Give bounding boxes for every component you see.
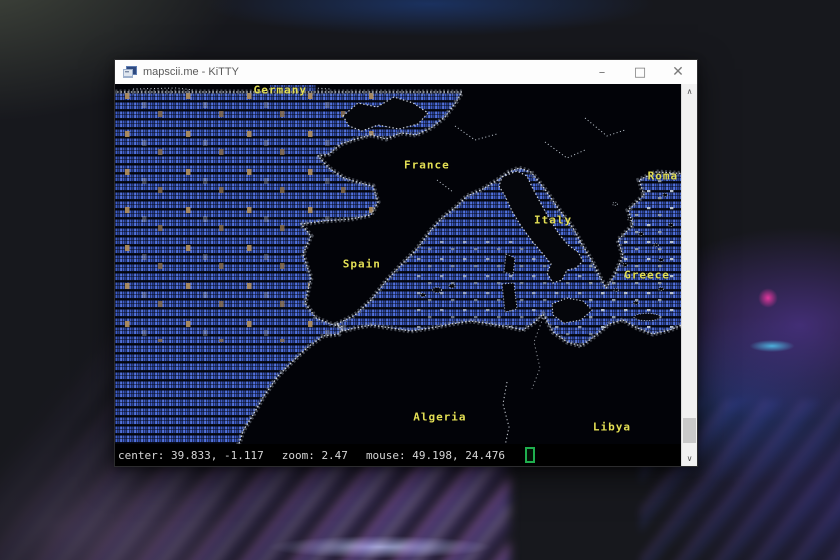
kitty-window: mapscii.me - KiTTY – □ ✕ — [114, 59, 698, 467]
map-label-roma: Roma — [648, 170, 679, 183]
status-bar: center: 39.833, -1.117 zoom: 2.47 mouse:… — [115, 444, 681, 466]
minimize-button[interactable]: – — [583, 60, 621, 84]
crete-island — [634, 313, 660, 320]
ascii-map-canvas — [115, 84, 681, 444]
mapscii-map[interactable]: Germany France Roma Italy Spain Greece Algeria… — [115, 84, 681, 444]
terminal-client: Germany France Roma Italy Spain Greece Algeria… — [115, 84, 697, 466]
map-label-algeria: Algeria — [413, 411, 466, 424]
terminal: Germany France Roma Italy Spain Greece Algeria… — [115, 84, 681, 466]
scrollbar-thumb[interactable] — [683, 418, 696, 443]
status-zoom: zoom: 2.47 — [282, 449, 348, 462]
mallorca-island — [433, 287, 442, 292]
scrollbar[interactable]: ∧ ∨ — [681, 84, 697, 466]
close-button[interactable]: ✕ — [659, 60, 697, 84]
scroll-up-icon[interactable]: ∧ — [682, 84, 697, 99]
map-label-italy: Italy — [534, 214, 572, 227]
window-titlebar[interactable]: mapscii.me - KiTTY – □ ✕ — [115, 60, 697, 84]
map-label-germany: Germany — [254, 84, 307, 96]
map-label-spain: Spain — [343, 258, 381, 271]
status-center: center: 39.833, -1.117 — [118, 449, 264, 462]
window-title: mapscii.me - KiTTY — [143, 66, 583, 78]
scroll-down-icon[interactable]: ∨ — [682, 451, 697, 466]
map-label-france: France — [404, 159, 450, 172]
status-mouse: mouse: 49.198, 24.476 — [366, 449, 505, 462]
map-label-greece: Greece — [624, 269, 670, 282]
terminal-cursor — [525, 447, 535, 463]
menorca-island — [449, 284, 455, 288]
kitty-icon[interactable] — [123, 66, 137, 78]
desktop-wallpaper: mapscii.me - KiTTY – □ ✕ — [0, 0, 840, 560]
ibiza-island — [420, 293, 425, 297]
maximize-button[interactable]: □ — [621, 60, 659, 84]
map-label-libya: Libya — [593, 421, 631, 434]
